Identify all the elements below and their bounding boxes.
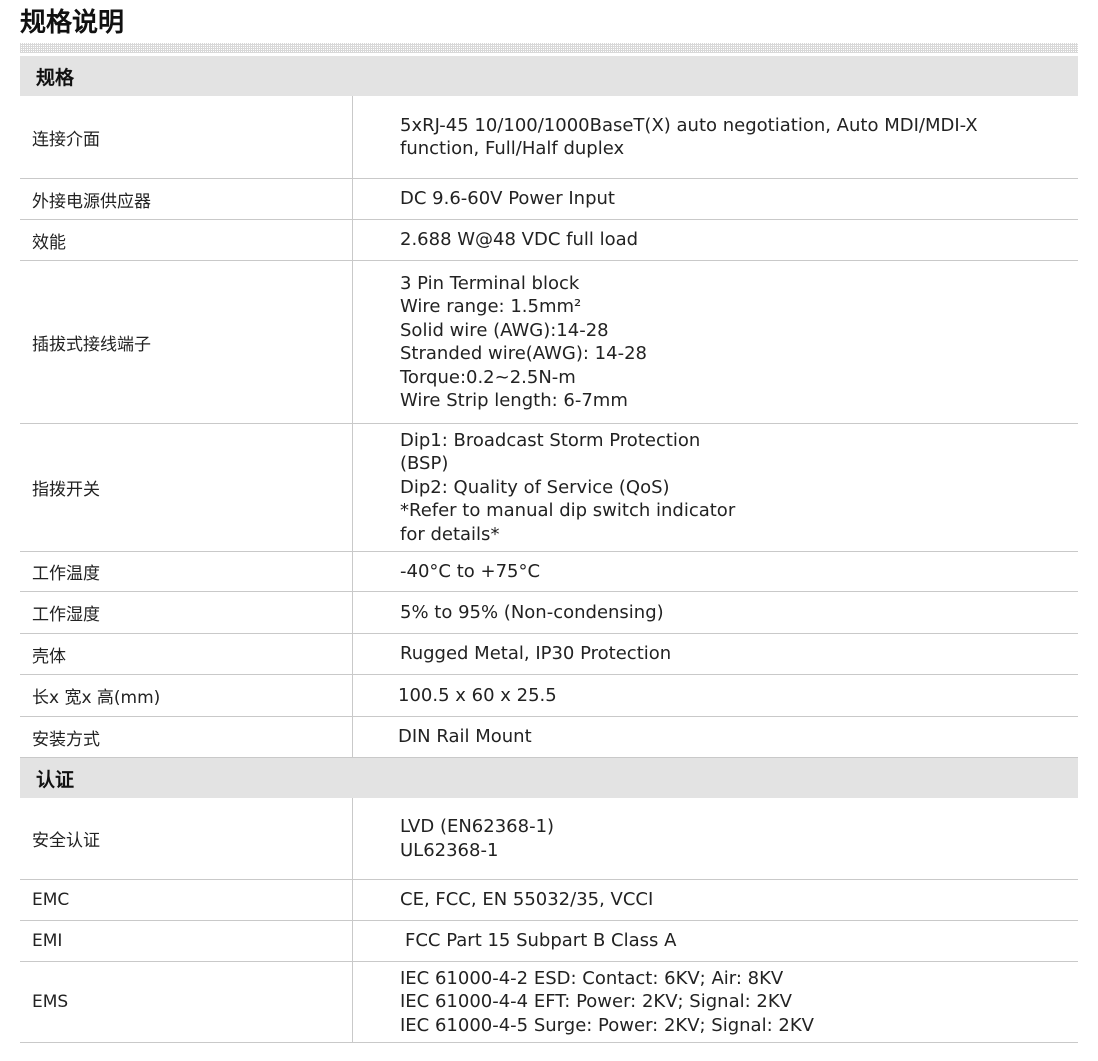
section-header: 规格 (20, 56, 1078, 96)
value-line: 5% to 95% (Non-condensing) (400, 601, 664, 623)
table-row: 工作温度 -40°C to +75°C (20, 552, 1078, 592)
value-line: function, Full/Half duplex (400, 138, 625, 159)
value-line: 100.5 x 60 x 25.5 (398, 684, 557, 706)
table-row: 效能 2.688 W@48 VDC full load (20, 220, 1078, 261)
row-label: 工作湿度 (20, 592, 353, 633)
page-title: 规格说明 (20, 8, 125, 38)
spec-table: 规格 连接介面 5xRJ-45 10/100/1000BaseT(X) auto n… (20, 56, 1078, 1043)
row-label: 外接电源供应器 (20, 179, 353, 219)
row-label: 安装方式 (20, 717, 353, 757)
row-label: 工作温度 (20, 552, 353, 591)
row-value: LVD (EN62368-1) UL62368-1 (353, 798, 1078, 879)
row-value: DC 9.6-60V Power Input (353, 179, 1078, 219)
table-row: 长x 宽x 高(mm) 100.5 x 60 x 25.5 (20, 675, 1078, 717)
row-value: 2.688 W@48 VDC full load (353, 220, 1078, 260)
value-line: CE, FCC, EN 55032/35, VCCI (400, 889, 654, 911)
value-line: DC 9.6-60V Power Input (400, 188, 615, 210)
table-row: EMS IEC 61000-4-2 ESD: Contact: 6KV; Air:… (20, 962, 1078, 1043)
value-line: UL62368-1 (400, 839, 499, 861)
row-value: 5% to 95% (Non-condensing) (353, 592, 1078, 633)
table-row: 安全认证 LVD (EN62368-1) UL62368-1 (20, 798, 1078, 880)
value-line: 5xRJ-45 10/100/1000BaseT(X) auto negotia… (400, 114, 978, 136)
row-value: 3 Pin Terminal block Wire range: 1.5mm² So… (353, 261, 1078, 423)
table-row: 安装方式 DIN Rail Mount (20, 717, 1078, 758)
value-line: Solid wire (AWG):14-28 (400, 319, 609, 341)
value-line: Torque:0.2~2.5N-m (400, 366, 576, 388)
row-label: 插拔式接线端子 (20, 261, 353, 423)
value-line: Stranded wire(AWG): 14-28 (400, 343, 647, 364)
table-row: 连接介面 5xRJ-45 10/100/1000BaseT(X) auto neg… (20, 96, 1078, 179)
row-label: 壳体 (20, 634, 353, 674)
table-row: 工作湿度 5% to 95% (Non-condensing) (20, 592, 1078, 634)
row-value: IEC 61000-4-2 ESD: Contact: 6KV; Air: 8K… (353, 962, 1078, 1042)
row-label: EMS (20, 962, 353, 1042)
value-line: Wire Strip length: 6-7mm (400, 390, 628, 411)
row-label: 连接介面 (20, 96, 353, 178)
value-line: IEC 61000-4-2 ESD: Contact: 6KV; Air: 8K… (400, 967, 784, 989)
table-row: EMC CE, FCC, EN 55032/35, VCCI (20, 880, 1078, 921)
value-line: FCC Part 15 Subpart B Class A (405, 930, 677, 952)
value-line: Wire range: 1.5mm² (400, 296, 582, 317)
title-divider (20, 43, 1078, 53)
table-row: 指拨开关 Dip1: Broadcast Storm Protection (BSP… (20, 424, 1078, 552)
table-row: EMI FCC Part 15 Subpart B Class A (20, 921, 1078, 962)
value-line: for details* (400, 523, 500, 545)
value-line: IEC 61000-4-5 Surge: Power: 2KV; Signal:… (400, 1014, 814, 1036)
row-label: 长x 宽x 高(mm) (20, 675, 353, 716)
value-line: IEC 61000-4-4 EFT: Power: 2KV; Signal: 2… (400, 991, 792, 1013)
section-header: 认证 (20, 758, 1078, 798)
value-line: DIN Rail Mount (398, 726, 532, 748)
value-line: -40°C to +75°C (400, 560, 541, 582)
value-line: Rugged Metal, IP30 Protection (400, 643, 672, 665)
row-value: 5xRJ-45 10/100/1000BaseT(X) auto negotia… (353, 96, 1078, 178)
row-value: CE, FCC, EN 55032/35, VCCI (353, 880, 1078, 920)
table-row: 外接电源供应器 DC 9.6-60V Power Input (20, 179, 1078, 220)
row-value: Dip1: Broadcast Storm Protection (BSP) Dip… (353, 424, 1078, 551)
value-line: Dip2: Quality of Service (QoS) (400, 476, 670, 498)
table-row: 壳体 Rugged Metal, IP30 Protection (20, 634, 1078, 675)
row-value: 100.5 x 60 x 25.5 (353, 675, 1078, 716)
row-value: Rugged Metal, IP30 Protection (353, 634, 1078, 674)
value-line: 2.688 W@48 VDC full load (400, 229, 639, 251)
row-label: 安全认证 (20, 798, 353, 879)
row-value: DIN Rail Mount (353, 717, 1078, 757)
row-label: 指拨开关 (20, 424, 353, 551)
value-line: *Refer to manual dip switch indicator (400, 500, 736, 522)
value-line: (BSP) (400, 453, 449, 475)
value-line: Dip1: Broadcast Storm Protection (400, 429, 701, 451)
row-value: -40°C to +75°C (353, 552, 1078, 591)
value-line: 3 Pin Terminal block (400, 272, 580, 294)
table-row: 插拔式接线端子 3 Pin Terminal block Wire range: 1… (20, 261, 1078, 424)
row-value: FCC Part 15 Subpart B Class A (353, 921, 1078, 961)
value-line: LVD (EN62368-1) (400, 816, 555, 837)
row-label: EMC (20, 880, 353, 920)
row-label: 效能 (20, 220, 353, 260)
row-label: EMI (20, 921, 353, 961)
spec-page: 规格说明 规格 连接介面 5xRJ-45 10/100/1000BaseT(X) a… (0, 0, 1098, 1061)
